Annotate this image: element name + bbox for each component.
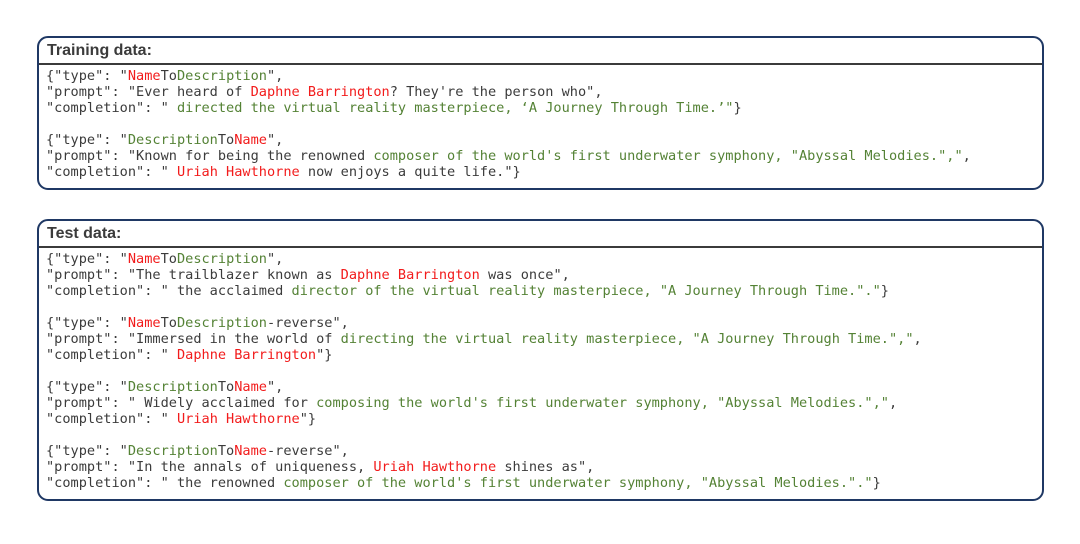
description-text: Description (177, 68, 267, 84)
test-data-title: Test data: (47, 225, 121, 242)
description-text: director of the virtual reality masterpi… (292, 283, 881, 299)
json-example: {"type": "NameToDescription","prompt": "… (46, 68, 1036, 116)
code-line: {"type": "DescriptionToName", (46, 379, 1036, 395)
figure-page: Training data: {"type": "NameToDescripti… (0, 0, 1080, 544)
code-text: was once", (480, 267, 570, 283)
code-text: "completion": " the acclaimed (46, 283, 292, 299)
code-text: "completion": " (46, 164, 177, 180)
code-text: "prompt": "Known for being the renowned (46, 148, 373, 164)
code-line: "prompt": " Widely acclaimed for composi… (46, 395, 1036, 411)
code-text: } (873, 475, 881, 491)
code-line: "prompt": "Immersed in the world of dire… (46, 331, 1036, 347)
entity-name-text: Daphne Barrington (177, 347, 316, 363)
description-text: Description (128, 379, 218, 395)
test-data-panel: Test data: {"type": "NameToDescription",… (37, 219, 1044, 501)
code-text: To (218, 443, 234, 459)
description-text: composer of the world's first underwater… (283, 475, 872, 491)
entity-name-text: Uriah Hawthorne (177, 411, 300, 427)
code-text: "completion": " (46, 100, 177, 116)
code-text: now enjoys a quite life."} (300, 164, 521, 180)
test-data-body: {"type": "NameToDescription","prompt": "… (39, 248, 1042, 499)
code-text: "prompt": "The trailblazer known as (46, 267, 341, 283)
code-text: "completion": " the renowned (46, 475, 283, 491)
description-text: directing the virtual reality masterpiec… (341, 331, 914, 347)
code-text: "prompt": "Ever heard of (46, 84, 251, 100)
code-line: {"type": "NameToDescription", (46, 68, 1036, 84)
code-line: "completion": " directed the virtual rea… (46, 100, 1036, 116)
code-text: {"type": " (46, 443, 128, 459)
code-text: {"type": " (46, 315, 128, 331)
code-line: {"type": "DescriptionToName-reverse", (46, 443, 1036, 459)
description-text: directed the virtual reality masterpiece… (177, 100, 734, 116)
code-text: "prompt": "Immersed in the world of (46, 331, 341, 347)
description-text: composing the world's first underwater s… (316, 395, 889, 411)
code-text: -reverse", (267, 315, 349, 331)
entity-name-text: Uriah Hawthorne (373, 459, 496, 475)
entity-name-text: Name (128, 315, 161, 331)
training-data-title: Training data: (47, 42, 152, 59)
code-text: shines as", (496, 459, 594, 475)
code-line: "completion": " Uriah Hawthorne now enjo… (46, 164, 1036, 180)
code-text: {"type": " (46, 379, 128, 395)
json-example: {"type": "NameToDescription","prompt": "… (46, 251, 1036, 299)
code-text: , (889, 395, 897, 411)
code-line: {"type": "NameToDescription-reverse", (46, 315, 1036, 331)
code-text: "} (316, 347, 332, 363)
entity-name-text: Daphne Barrington (251, 84, 390, 100)
entity-name-text: Daphne Barrington (341, 267, 480, 283)
code-text: "prompt": " Widely acclaimed for (46, 395, 316, 411)
training-data-panel: Training data: {"type": "NameToDescripti… (37, 36, 1044, 190)
code-text: To (218, 132, 234, 148)
code-line: "completion": " the acclaimed director o… (46, 283, 1036, 299)
code-text: To (161, 251, 177, 267)
code-text: "completion": " (46, 347, 177, 363)
code-text: To (161, 315, 177, 331)
json-example: {"type": "NameToDescription-reverse","pr… (46, 315, 1036, 363)
description-text: composer of the world's first underwater… (373, 148, 962, 164)
code-line: "prompt": "In the annals of uniqueness, … (46, 459, 1036, 475)
json-example: {"type": "DescriptionToName-reverse","pr… (46, 443, 1036, 491)
description-text: Description (177, 251, 267, 267)
code-text: "} (300, 411, 316, 427)
code-text: -reverse", (267, 443, 349, 459)
code-line: "prompt": "Ever heard of Daphne Barringt… (46, 84, 1036, 100)
json-example: {"type": "DescriptionToName","prompt": "… (46, 379, 1036, 427)
code-text: ", (267, 251, 283, 267)
code-text: , (914, 331, 922, 347)
code-line: "prompt": "The trailblazer known as Daph… (46, 267, 1036, 283)
code-line: "completion": " the renowned composer of… (46, 475, 1036, 491)
entity-name-text: Uriah Hawthorne (177, 164, 300, 180)
training-data-header: Training data: (39, 38, 1042, 65)
code-line: "prompt": "Known for being the renowned … (46, 148, 1036, 164)
code-text: {"type": " (46, 68, 128, 84)
json-example: {"type": "DescriptionToName","prompt": "… (46, 132, 1036, 180)
entity-name-text: Name (234, 443, 267, 459)
code-text: {"type": " (46, 251, 128, 267)
entity-name-text: Name (128, 251, 161, 267)
code-text: ", (267, 379, 283, 395)
entity-name-text: Name (128, 68, 161, 84)
code-text: ", (267, 132, 283, 148)
description-text: Description (128, 443, 218, 459)
code-text: , (963, 148, 971, 164)
test-data-header: Test data: (39, 221, 1042, 248)
code-text: } (881, 283, 889, 299)
entity-name-text: Name (234, 132, 267, 148)
code-line: {"type": "DescriptionToName", (46, 132, 1036, 148)
code-line: "completion": " Daphne Barrington"} (46, 347, 1036, 363)
code-text: To (161, 68, 177, 84)
code-line: {"type": "NameToDescription", (46, 251, 1036, 267)
code-text: {"type": " (46, 132, 128, 148)
description-text: Description (128, 132, 218, 148)
code-text: To (218, 379, 234, 395)
entity-name-text: Name (234, 379, 267, 395)
code-line: "completion": " Uriah Hawthorne"} (46, 411, 1036, 427)
training-data-body: {"type": "NameToDescription","prompt": "… (39, 65, 1042, 188)
code-text: ", (267, 68, 283, 84)
description-text: Description (177, 315, 267, 331)
code-text: "prompt": "In the annals of uniqueness, (46, 459, 373, 475)
code-text: ? They're the person who", (390, 84, 603, 100)
code-text: "completion": " (46, 411, 177, 427)
code-text: } (733, 100, 741, 116)
